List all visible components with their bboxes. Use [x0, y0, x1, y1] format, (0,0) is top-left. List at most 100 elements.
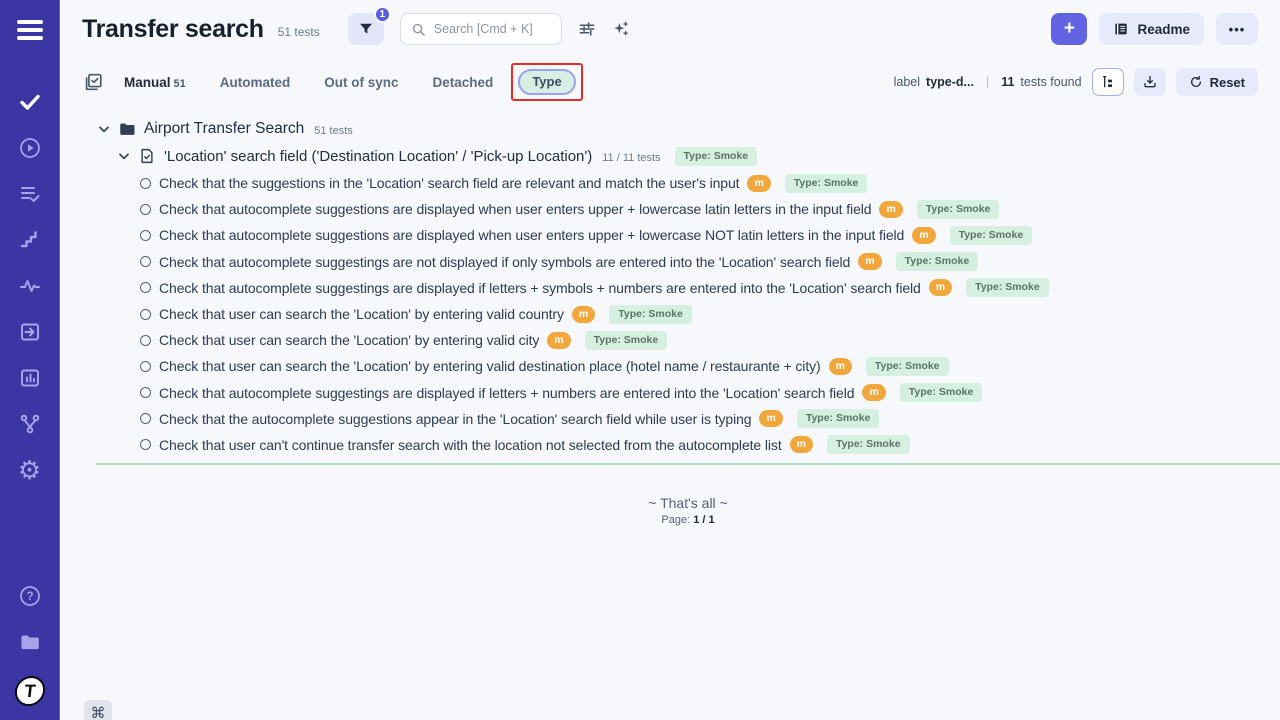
manual-badge: m: [879, 201, 902, 218]
download-icon: [1142, 74, 1158, 90]
add-test-button[interactable]: +: [1051, 13, 1087, 45]
test-plans-icon[interactable]: [18, 182, 42, 206]
test-status-circle-icon: [140, 309, 151, 320]
type-smoke-badge: Type: Smoke: [609, 305, 692, 324]
test-status-circle-icon: [140, 387, 151, 398]
test-title[interactable]: Check that user can search the 'Location…: [159, 332, 539, 348]
import-icon[interactable]: [18, 320, 42, 344]
document-check-icon: [138, 147, 156, 165]
more-actions-button[interactable]: •••: [1216, 13, 1258, 45]
reset-label: Reset: [1210, 75, 1245, 90]
traceability-icon[interactable]: [18, 412, 42, 436]
tab-automated[interactable]: Automated: [220, 75, 291, 90]
page-value: 1 / 1: [693, 514, 714, 526]
tab-manual[interactable]: Manual51: [124, 75, 186, 90]
tab-manual-count: 51: [174, 78, 186, 90]
search-icon: [411, 22, 426, 37]
menu-icon[interactable]: [17, 16, 43, 44]
test-row[interactable]: Check that the suggestions in the 'Locat…: [96, 170, 1280, 196]
export-download-button[interactable]: [1134, 68, 1166, 96]
type-smoke-badge: Type: Smoke: [797, 409, 880, 428]
test-title[interactable]: Check that autocomplete suggestions are …: [159, 201, 871, 217]
manual-badge: m: [547, 332, 570, 349]
filter-label-prefix: label: [894, 75, 920, 89]
select-all-icon[interactable]: [82, 71, 104, 93]
folder-name[interactable]: Airport Transfer Search: [144, 120, 304, 138]
test-title[interactable]: Check that autocomplete suggestings are …: [159, 385, 854, 401]
tree-view-toggle-button[interactable]: [1092, 68, 1124, 96]
tests-found-suffix: tests found: [1020, 75, 1081, 89]
tab-out-of-sync[interactable]: Out of sync: [324, 75, 398, 90]
suite-name[interactable]: 'Location' search field ('Destination Lo…: [164, 148, 592, 165]
test-title[interactable]: Check that user can't continue transfer …: [159, 437, 782, 453]
filter-count-badge: 1: [374, 6, 391, 23]
test-row[interactable]: Check that autocomplete suggestings are …: [96, 275, 1280, 301]
test-row[interactable]: Check that autocomplete suggestings are …: [96, 249, 1280, 275]
test-status-circle-icon: [140, 178, 151, 189]
folder-test-count: 51 tests: [314, 125, 353, 137]
title-test-count: 51 tests: [278, 25, 320, 39]
workspace-logo[interactable]: T: [13, 676, 46, 706]
tab-detached[interactable]: Detached: [433, 75, 494, 90]
list-footer: ~ That's all ~ Page: 1 / 1: [96, 495, 1280, 526]
defects-activity-icon[interactable]: [18, 274, 42, 298]
test-title[interactable]: Check that user can search the 'Location…: [159, 306, 564, 322]
settings-gear-icon[interactable]: ⚙: [18, 458, 42, 482]
sidebar: ⚙ ? T: [0, 0, 60, 720]
test-title[interactable]: Check that the autocomplete suggestions …: [159, 411, 751, 427]
ai-sparkles-icon[interactable]: [610, 18, 632, 40]
manual-badge: m: [790, 436, 813, 453]
test-row[interactable]: Check that user can search the 'Location…: [96, 327, 1280, 353]
type-filter-chip[interactable]: Type: [518, 69, 575, 95]
search-input[interactable]: [434, 22, 544, 36]
test-title[interactable]: Check that autocomplete suggestions are …: [159, 227, 904, 243]
readme-button[interactable]: Readme: [1099, 13, 1204, 45]
help-icon[interactable]: ?: [18, 584, 42, 608]
end-of-list-text: ~ That's all ~: [96, 495, 1280, 511]
tree-view-icon: [1100, 74, 1116, 90]
command-shortcut-key[interactable]: ⌘: [84, 700, 112, 720]
manual-badge: m: [912, 227, 935, 244]
filter-summary: label type-d... | 11 tests found: [894, 75, 1082, 89]
test-row[interactable]: Check that user can search the 'Location…: [96, 301, 1280, 327]
test-row[interactable]: Check that user can't continue transfer …: [96, 432, 1280, 458]
test-status-circle-icon: [140, 335, 151, 346]
analytics-icon[interactable]: [18, 366, 42, 390]
filter-label-value: type-d...: [926, 75, 974, 89]
suite-type-badge: Type: Smoke: [675, 147, 758, 166]
type-smoke-badge: Type: Smoke: [917, 200, 1000, 219]
test-row[interactable]: Check that autocomplete suggestings are …: [96, 380, 1280, 406]
test-title[interactable]: Check that user can search the 'Location…: [159, 358, 821, 374]
suite-test-count: 11 / 11 tests: [602, 152, 660, 164]
type-smoke-badge: Type: Smoke: [896, 252, 979, 271]
test-title[interactable]: Check that autocomplete suggestings are …: [159, 254, 850, 270]
manual-badge: m: [829, 358, 852, 375]
chevron-down-icon[interactable]: [96, 121, 112, 137]
type-smoke-badge: Type: Smoke: [900, 383, 983, 402]
projects-folder-icon[interactable]: [18, 630, 42, 654]
tests-found-count: 11: [1001, 75, 1014, 89]
type-filter-highlight-box: Type: [511, 63, 582, 101]
test-status-circle-icon: [140, 282, 151, 293]
suite-row[interactable]: 'Location' search field ('Destination Lo…: [116, 143, 1280, 169]
reset-filters-button[interactable]: Reset: [1176, 68, 1258, 96]
test-runs-icon[interactable]: [18, 136, 42, 160]
test-row[interactable]: Check that user can search the 'Location…: [96, 353, 1280, 379]
test-row[interactable]: Check that the autocomplete suggestions …: [96, 406, 1280, 432]
type-smoke-badge: Type: Smoke: [585, 331, 668, 350]
type-smoke-badge: Type: Smoke: [950, 226, 1033, 245]
adjust-filters-icon[interactable]: [576, 18, 598, 40]
filter-button[interactable]: 1: [348, 13, 384, 45]
test-tree: Airport Transfer Search 51 tests 'Locati…: [60, 102, 1280, 526]
test-title[interactable]: Check that the suggestions in the 'Locat…: [159, 175, 739, 191]
folder-row[interactable]: Airport Transfer Search 51 tests: [96, 116, 1280, 142]
page-label: Page:: [661, 514, 690, 526]
milestones-icon[interactable]: [18, 228, 42, 252]
search-box[interactable]: [400, 13, 562, 45]
test-row[interactable]: Check that autocomplete suggestions are …: [96, 196, 1280, 222]
chevron-down-icon[interactable]: [116, 148, 132, 164]
test-repository-icon[interactable]: [18, 90, 42, 114]
pagination-info: Page: 1 / 1: [96, 514, 1280, 526]
test-row[interactable]: Check that autocomplete suggestions are …: [96, 222, 1280, 248]
test-title[interactable]: Check that autocomplete suggestings are …: [159, 280, 921, 296]
